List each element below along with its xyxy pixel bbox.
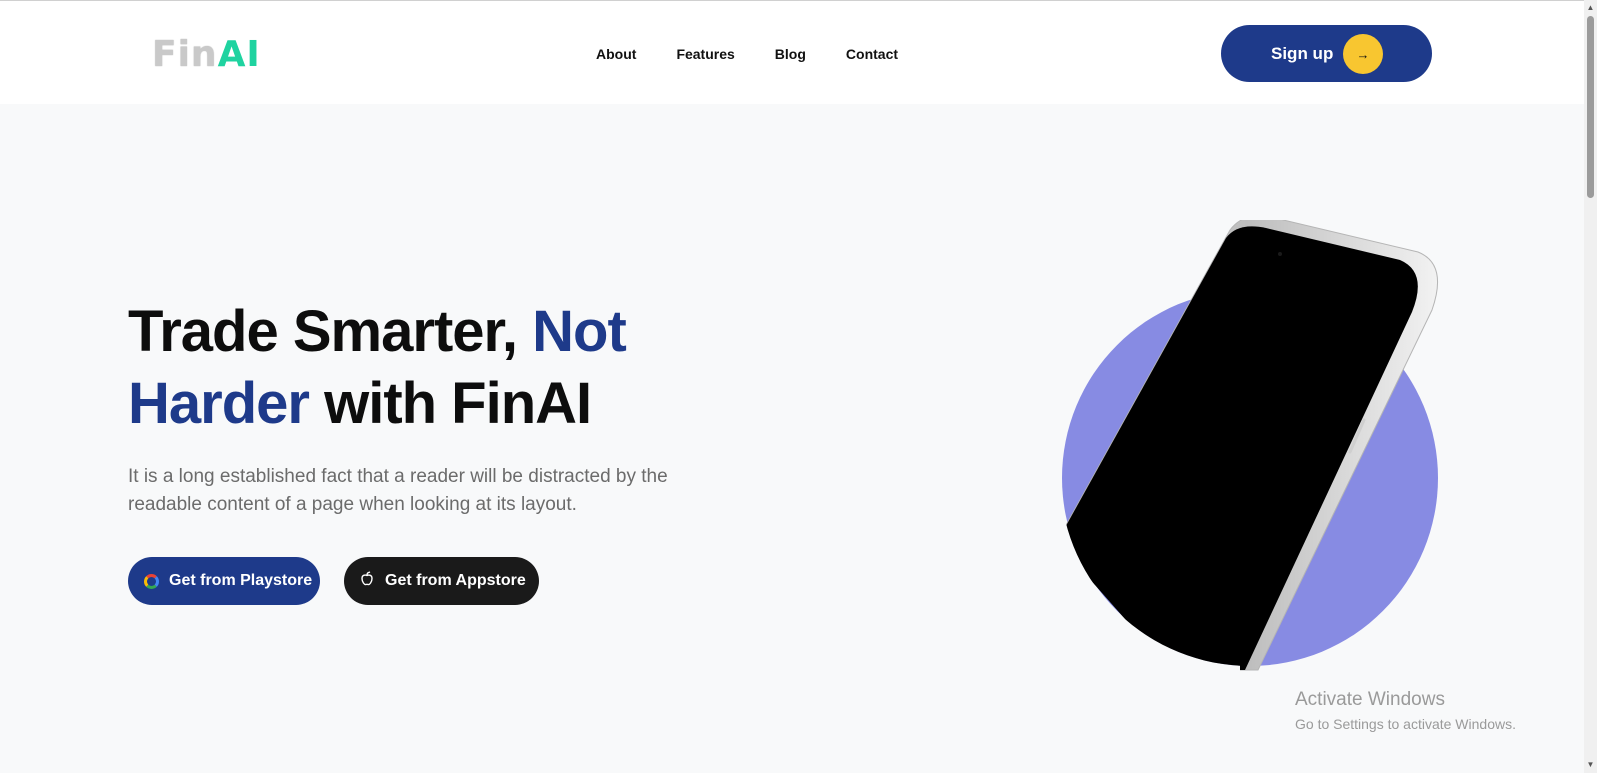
nav-about[interactable]: About <box>596 45 636 63</box>
signup-button[interactable]: Sign up → <box>1221 25 1432 82</box>
playstore-button[interactable]: Get from Playstore <box>128 557 320 605</box>
windows-activation-watermark: Activate Windows Go to Settings to activ… <box>1295 690 1516 734</box>
appstore-button[interactable]: Get from Appstore <box>344 557 539 605</box>
vertical-scrollbar[interactable]: ▲ ▼ <box>1584 0 1597 773</box>
google-icon <box>144 573 159 589</box>
hero-title: Trade Smarter, Not Harder with FinAI <box>128 296 688 440</box>
nav-blog[interactable]: Blog <box>775 45 806 63</box>
appstore-label: Get from Appstore <box>385 572 526 589</box>
watermark-title: Activate Windows <box>1295 689 1445 710</box>
phone-image <box>1054 220 1439 671</box>
signup-label: Sign up <box>1271 43 1334 63</box>
site-header: FinAI About Features Blog Contact Sign u… <box>0 1 1584 104</box>
main-nav: About Features Blog Contact <box>596 45 938 63</box>
scroll-up-icon[interactable]: ▲ <box>1586 3 1595 13</box>
scroll-thumb[interactable] <box>1587 16 1594 198</box>
logo-text-fin: Fin <box>152 34 218 75</box>
apple-icon <box>360 571 374 591</box>
hero-title-part1: Trade Smarter, <box>128 299 533 364</box>
arrow-right-icon: → <box>1343 34 1383 74</box>
watermark-subtitle: Go to Settings to activate Windows. <box>1295 716 1516 732</box>
hero-title-part2: with FinAI <box>308 371 592 436</box>
nav-features[interactable]: Features <box>676 45 734 63</box>
hero-illustration <box>1040 220 1460 680</box>
nav-contact[interactable]: Contact <box>846 45 898 63</box>
scroll-down-icon[interactable]: ▼ <box>1586 760 1595 770</box>
hero-description: It is a long established fact that a rea… <box>128 466 668 515</box>
logo[interactable]: FinAI <box>152 35 261 75</box>
logo-text-ai: AI <box>217 34 261 75</box>
playstore-label: Get from Playstore <box>169 572 313 589</box>
